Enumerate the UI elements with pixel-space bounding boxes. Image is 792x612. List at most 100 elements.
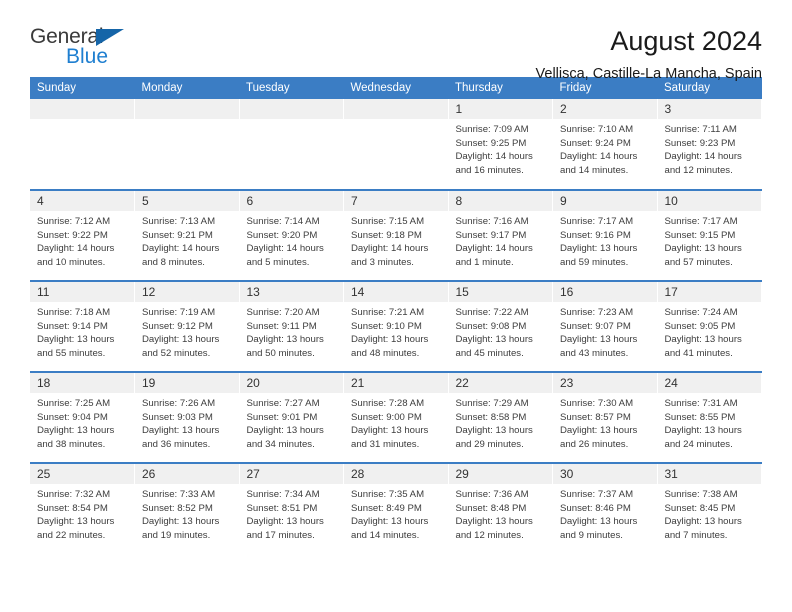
daylight-text: and 59 minutes.: [560, 256, 629, 268]
day-details: Sunrise: 7:11 AM Sunset: 9:23 PM Daylight:…: [658, 119, 762, 177]
sunrise-text: Sunrise: 7:30 AM: [560, 398, 634, 409]
sunrise-text: Sunrise: 7:20 AM: [246, 307, 320, 318]
calendar-week-row: 4 Sunrise: 7:12 AM Sunset: 9:22 PM Daylight…: [30, 189, 762, 281]
sunset-text: Sunset: 9:12 PM: [142, 320, 213, 332]
day-number: 14: [344, 282, 448, 302]
sunset-text: Sunset: 8:45 PM: [664, 502, 736, 514]
calendar-day-cell[interactable]: 16 Sunrise: 7:23 AM Sunset: 9:07 PM Dayligh…: [552, 280, 658, 372]
sunset-text: Sunset: 9:11 PM: [246, 320, 317, 332]
day-details: [240, 119, 344, 123]
calendar-day-cell[interactable]: 29 Sunrise: 7:36 AM Sunset: 8:48 PM Dayligh…: [448, 462, 553, 554]
calendar-day-cell[interactable]: 2 Sunrise: 7:10 AM Sunset: 9:24 PM Daylight…: [552, 99, 658, 190]
sunset-text: Sunset: 8:57 PM: [560, 411, 631, 423]
daylight-text: and 14 minutes.: [560, 164, 629, 176]
calendar-day-cell[interactable]: 5 Sunrise: 7:13 AM Sunset: 9:21 PM Daylight…: [134, 189, 240, 281]
daylight-text: Daylight: 14 hours: [37, 243, 115, 255]
calendar-day-cell[interactable]: 1 Sunrise: 7:09 AM Sunset: 9:25 PM Daylight…: [448, 99, 553, 190]
sunrise-text: Sunrise: 7:13 AM: [142, 216, 216, 227]
day-details: Sunrise: 7:27 AM Sunset: 9:01 PM Daylight:…: [240, 393, 344, 451]
calendar-day-cell[interactable]: 7 Sunrise: 7:15 AM Sunset: 9:18 PM Daylight…: [343, 189, 449, 281]
day-details: Sunrise: 7:23 AM Sunset: 9:07 PM Daylight:…: [553, 302, 657, 360]
day-number: 25: [30, 464, 134, 484]
daylight-text: and 10 minutes.: [37, 256, 106, 268]
calendar-day-cell[interactable]: 26 Sunrise: 7:33 AM Sunset: 8:52 PM Dayligh…: [134, 462, 240, 554]
day-number: 23: [553, 373, 657, 393]
calendar-day-cell[interactable]: 27 Sunrise: 7:34 AM Sunset: 8:51 PM Dayligh…: [239, 462, 344, 554]
day-number: 10: [657, 191, 761, 211]
daylight-text: Daylight: 13 hours: [351, 425, 429, 437]
calendar-day-cell[interactable]: 25 Sunrise: 7:32 AM Sunset: 8:54 PM Dayligh…: [30, 462, 135, 554]
calendar-day-cell[interactable]: 11 Sunrise: 7:18 AM Sunset: 9:14 PM Dayligh…: [30, 280, 135, 372]
day-number: 21: [344, 373, 448, 393]
daylight-text: and 38 minutes.: [37, 438, 106, 450]
sunset-text: Sunset: 8:58 PM: [455, 411, 527, 423]
daylight-text: Daylight: 13 hours: [560, 516, 638, 528]
day-number: 27: [239, 464, 343, 484]
weekday-header-monday: Monday: [134, 77, 239, 99]
calendar-day-cell[interactable]: 14 Sunrise: 7:21 AM Sunset: 9:10 PM Dayligh…: [343, 280, 449, 372]
calendar-day-cell[interactable]: 19 Sunrise: 7:26 AM Sunset: 9:03 PM Dayligh…: [134, 371, 240, 463]
sunrise-text: Sunrise: 7:12 AM: [37, 216, 111, 227]
calendar-day-cell-empty: [239, 99, 344, 190]
calendar-day-cell[interactable]: 13 Sunrise: 7:20 AM Sunset: 9:11 PM Dayligh…: [239, 280, 344, 372]
calendar-day-cell[interactable]: 8 Sunrise: 7:16 AM Sunset: 9:17 PM Daylight…: [448, 189, 553, 281]
daylight-text: Daylight: 13 hours: [37, 425, 115, 437]
daylight-text: Daylight: 13 hours: [142, 516, 220, 528]
calendar-day-cell[interactable]: 21 Sunrise: 7:28 AM Sunset: 9:00 PM Dayligh…: [343, 371, 449, 463]
calendar-day-cell[interactable]: 15 Sunrise: 7:22 AM Sunset: 9:08 PM Dayligh…: [448, 280, 553, 372]
sunrise-text: Sunrise: 7:34 AM: [246, 489, 320, 500]
calendar-day-cell[interactable]: 28 Sunrise: 7:35 AM Sunset: 8:49 PM Dayligh…: [343, 462, 449, 554]
day-details: Sunrise: 7:18 AM Sunset: 9:14 PM Daylight:…: [30, 302, 134, 360]
daylight-text: and 29 minutes.: [455, 438, 524, 450]
calendar-day-cell[interactable]: 18 Sunrise: 7:25 AM Sunset: 9:04 PM Dayligh…: [30, 371, 135, 463]
day-details: [135, 119, 239, 123]
sunset-text: Sunset: 8:51 PM: [246, 502, 318, 514]
day-details: Sunrise: 7:37 AM Sunset: 8:46 PM Daylight:…: [553, 484, 657, 542]
calendar-day-cell[interactable]: 9 Sunrise: 7:17 AM Sunset: 9:16 PM Daylight…: [552, 189, 658, 281]
sunrise-text: Sunrise: 7:21 AM: [351, 307, 425, 318]
day-details: Sunrise: 7:36 AM Sunset: 8:48 PM Daylight:…: [449, 484, 553, 542]
calendar-day-cell[interactable]: 6 Sunrise: 7:14 AM Sunset: 9:20 PM Daylight…: [239, 189, 344, 281]
calendar-day-cell[interactable]: 23 Sunrise: 7:30 AM Sunset: 8:57 PM Dayligh…: [552, 371, 658, 463]
daylight-text: Daylight: 14 hours: [560, 151, 638, 163]
sunset-text: Sunset: 9:04 PM: [37, 411, 108, 423]
calendar-day-cell[interactable]: 30 Sunrise: 7:37 AM Sunset: 8:46 PM Dayligh…: [552, 462, 658, 554]
daylight-text: Daylight: 14 hours: [664, 151, 742, 163]
sunrise-text: Sunrise: 7:15 AM: [351, 216, 425, 227]
calendar-week-row: 1 Sunrise: 7:09 AM Sunset: 9:25 PM Daylight…: [30, 99, 762, 190]
brand-logo[interactable]: General Blue: [30, 26, 145, 72]
brand-name-bottom: Blue: [66, 45, 109, 68]
day-details: [344, 119, 448, 123]
calendar-day-cell[interactable]: 4 Sunrise: 7:12 AM Sunset: 9:22 PM Daylight…: [30, 189, 135, 281]
sunrise-text: Sunrise: 7:17 AM: [664, 216, 738, 227]
daylight-text: Daylight: 13 hours: [246, 425, 324, 437]
day-number: 4: [30, 191, 134, 211]
calendar-day-cell[interactable]: 24 Sunrise: 7:31 AM Sunset: 8:55 PM Dayligh…: [657, 371, 762, 463]
daylight-text: and 8 minutes.: [142, 256, 205, 268]
brand-name-top: General: [30, 25, 104, 48]
day-details: Sunrise: 7:28 AM Sunset: 9:00 PM Daylight:…: [344, 393, 448, 451]
calendar-day-cell[interactable]: 20 Sunrise: 7:27 AM Sunset: 9:01 PM Dayligh…: [239, 371, 344, 463]
daylight-text: Daylight: 13 hours: [142, 425, 220, 437]
day-number: [239, 99, 343, 119]
sunset-text: Sunset: 9:25 PM: [455, 137, 527, 149]
calendar-page: General Blue August 2024 Vellisca, Casti…: [0, 0, 792, 612]
calendar-day-cell[interactable]: 22 Sunrise: 7:29 AM Sunset: 8:58 PM Dayligh…: [448, 371, 553, 463]
day-number: 3: [657, 99, 761, 119]
calendar-day-cell[interactable]: 17 Sunrise: 7:24 AM Sunset: 9:05 PM Dayligh…: [657, 280, 762, 372]
sunset-text: Sunset: 9:21 PM: [142, 229, 213, 241]
calendar-day-cell[interactable]: 31 Sunrise: 7:38 AM Sunset: 8:45 PM Dayligh…: [657, 462, 762, 554]
sunset-text: Sunset: 9:22 PM: [37, 229, 108, 241]
sunset-text: Sunset: 8:48 PM: [455, 502, 527, 514]
calendar-day-cell[interactable]: 3 Sunrise: 7:11 AM Sunset: 9:23 PM Daylight…: [657, 99, 762, 190]
daylight-text: Daylight: 13 hours: [455, 334, 533, 346]
day-number: 2: [553, 99, 657, 119]
sunset-text: Sunset: 9:16 PM: [560, 229, 631, 241]
day-details: Sunrise: 7:32 AM Sunset: 8:54 PM Daylight:…: [30, 484, 134, 542]
calendar-day-cell[interactable]: 10 Sunrise: 7:17 AM Sunset: 9:15 PM Dayligh…: [657, 189, 762, 281]
calendar-day-cell[interactable]: 12 Sunrise: 7:19 AM Sunset: 9:12 PM Dayligh…: [134, 280, 240, 372]
day-details: Sunrise: 7:16 AM Sunset: 9:17 PM Daylight:…: [449, 211, 553, 269]
page-subtitle: Vellisca, Castille-La Mancha, Spain: [535, 66, 762, 83]
sunset-text: Sunset: 9:01 PM: [246, 411, 318, 423]
daylight-text: and 1 minute.: [455, 256, 514, 268]
